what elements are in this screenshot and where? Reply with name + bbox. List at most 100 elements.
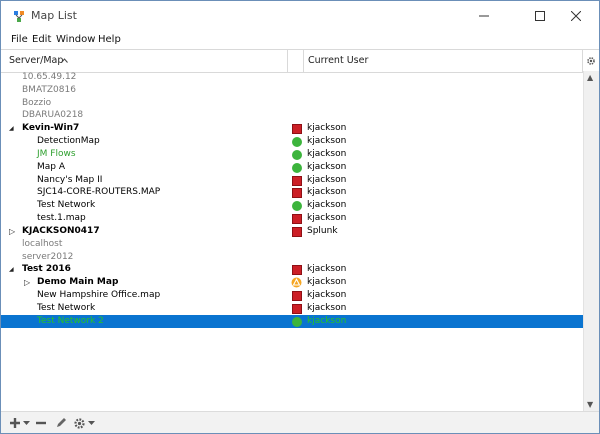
current-user-label: kjackson <box>307 187 347 198</box>
tree-row[interactable]: SJC14-CORE-ROUTERS.MAP kjackson <box>1 186 583 199</box>
column-current-user[interactable]: Current User <box>308 55 368 66</box>
menu-file[interactable]: File <box>11 34 28 45</box>
tree-row[interactable]: New Hampshire Office.map kjackson <box>1 289 583 302</box>
tree-item-name: Nancy's Map II <box>37 174 103 185</box>
tree-row[interactable]: server2012 <box>1 251 583 264</box>
status-down-icon <box>292 226 302 237</box>
current-user-label: kjackson <box>307 315 347 326</box>
status-up-icon <box>292 162 302 173</box>
close-button[interactable] <box>553 1 599 31</box>
edit-button[interactable] <box>55 415 67 431</box>
tree-row[interactable]: ▷ Demo Main Map kjackson <box>1 276 583 289</box>
column-header: Server/Map Current User <box>1 49 599 73</box>
tree-item-name: BMATZ0816 <box>22 84 76 95</box>
column-divider[interactable] <box>287 50 288 72</box>
tree-row[interactable]: DBARUA0218 <box>1 109 583 122</box>
menu-edit[interactable]: Edit <box>32 34 51 45</box>
current-user-label: kjackson <box>307 136 347 147</box>
tree-row[interactable]: JM Flows kjackson <box>1 148 583 161</box>
column-divider[interactable] <box>303 50 304 72</box>
tree-item-name: DetectionMap <box>37 136 100 147</box>
tree-row[interactable]: Bozzio <box>1 97 583 110</box>
status-down-icon <box>292 124 302 135</box>
tree-item-name: DBARUA0218 <box>22 110 84 121</box>
status-warning-icon <box>291 277 302 288</box>
scroll-up-arrow-icon[interactable]: ▲ <box>587 73 593 82</box>
collapsed-arrow-icon[interactable]: ▷ <box>9 225 15 238</box>
maximize-icon <box>535 11 545 21</box>
title-bar[interactable]: Map List <box>1 1 599 31</box>
menu-bar: File Edit Window Help <box>1 31 599 49</box>
status-down-icon <box>292 265 302 276</box>
plus-icon <box>10 418 20 428</box>
current-user-label: kjackson <box>307 277 347 288</box>
server-map-tree[interactable]: 10.65.49.12 BMATZ0816 Bozzio DBARUA0218 ◢ Kev… <box>1 71 583 411</box>
vertical-scrollbar[interactable]: ▲ ▼ <box>583 71 599 411</box>
current-user-label: kjackson <box>307 123 347 134</box>
minimize-button[interactable] <box>461 1 507 31</box>
tree-item-name: Demo Main Map <box>37 277 119 288</box>
menu-window[interactable]: Window <box>56 34 95 45</box>
expanded-arrow-icon[interactable]: ◢ <box>9 263 14 276</box>
bottom-toolbar <box>1 411 599 433</box>
tree-row[interactable]: Test Network kjackson <box>1 302 583 315</box>
tree-item-name: Test 2016 <box>22 264 71 275</box>
tree-row[interactable]: DetectionMap kjackson <box>1 135 583 148</box>
sort-ascending-icon <box>61 58 68 63</box>
status-up-icon <box>292 201 302 212</box>
tree-row[interactable]: test.1.map kjackson <box>1 212 583 225</box>
current-user-label: kjackson <box>307 302 347 313</box>
current-user-label: kjackson <box>307 161 347 172</box>
column-server-map[interactable]: Server/Map <box>9 55 63 66</box>
minimize-icon <box>479 15 489 17</box>
app-logo-icon <box>14 11 24 22</box>
tree-item-name: Bozzio <box>22 97 52 108</box>
tree-row[interactable]: Map A kjackson <box>1 161 583 174</box>
status-down-icon <box>292 188 302 199</box>
tree-row[interactable]: localhost <box>1 238 583 251</box>
current-user-label: kjackson <box>307 148 347 159</box>
tree-row[interactable]: ◢ Test 2016 kjackson <box>1 263 583 276</box>
dropdown-arrow-icon <box>23 420 30 425</box>
status-down-icon <box>292 214 302 225</box>
gear-icon <box>587 57 595 65</box>
status-down-icon <box>292 303 302 314</box>
tree-item-name: Test Network 2 <box>37 315 104 326</box>
tree-item-name: server2012 <box>22 251 74 262</box>
status-up-icon <box>292 137 302 148</box>
collapsed-arrow-icon[interactable]: ▷ <box>24 276 30 289</box>
expanded-arrow-icon[interactable]: ◢ <box>9 122 14 135</box>
pencil-icon <box>57 418 66 427</box>
tree-row[interactable]: ▷ KJACKSON0417 Splunk <box>1 225 583 238</box>
status-up-icon <box>292 149 302 160</box>
tree-row[interactable]: BMATZ0816 <box>1 84 583 97</box>
tree-item-name: KJACKSON0417 <box>22 225 100 236</box>
map-list-window: Map List File Edit Window Help Server/Ma… <box>0 0 600 434</box>
status-down-icon <box>292 291 302 302</box>
tree-item-name: Test Network <box>37 302 96 313</box>
column-settings-button[interactable] <box>582 50 599 72</box>
tree-row[interactable]: 10.65.49.12 <box>1 71 583 84</box>
scroll-down-arrow-icon[interactable]: ▼ <box>587 400 593 409</box>
current-user-label: kjackson <box>307 264 347 275</box>
remove-button[interactable] <box>35 415 47 431</box>
gear-icon <box>74 417 85 429</box>
tree-item-name: New Hampshire Office.map <box>37 290 161 301</box>
current-user-label: kjackson <box>307 174 347 185</box>
add-button[interactable] <box>9 415 30 431</box>
menu-help[interactable]: Help <box>98 34 121 45</box>
current-user-label: kjackson <box>307 200 347 211</box>
tree-item-name: Test Network <box>37 200 96 211</box>
tree-item-name: SJC14-CORE-ROUTERS.MAP <box>37 187 161 198</box>
dropdown-arrow-icon <box>88 420 95 425</box>
tree-row[interactable]: Nancy's Map II kjackson <box>1 174 583 187</box>
tree-item-name: 10.65.49.12 <box>22 72 77 82</box>
status-down-icon <box>292 175 302 186</box>
settings-menu-button[interactable] <box>73 415 95 431</box>
status-up-icon <box>292 316 302 327</box>
close-icon <box>571 11 581 21</box>
tree-row[interactable]: ◢ Kevin-Win7 kjackson <box>1 122 583 135</box>
tree-row[interactable]: Test Network kjackson <box>1 199 583 212</box>
tree-item-name: localhost <box>22 238 63 249</box>
tree-row[interactable]: Test Network 2 kjackson <box>1 314 583 328</box>
